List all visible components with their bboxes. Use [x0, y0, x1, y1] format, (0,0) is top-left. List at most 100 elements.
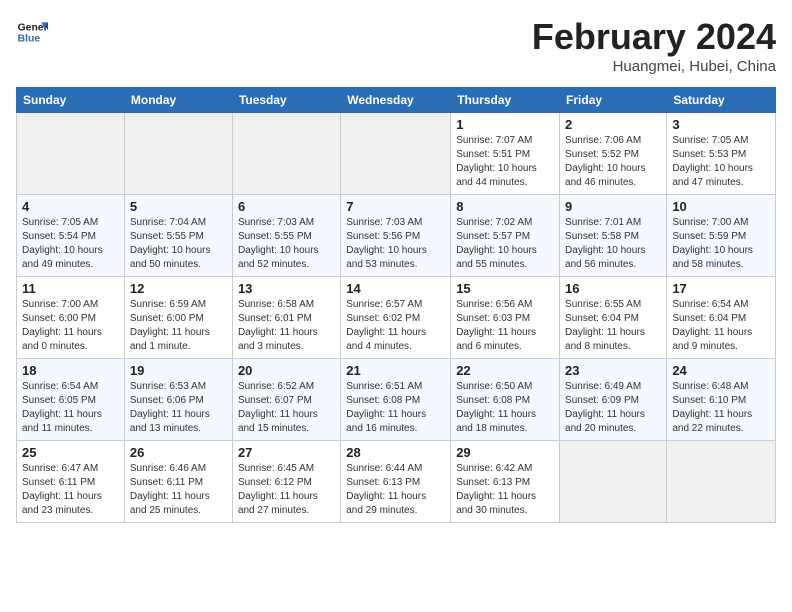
day-number: 10	[672, 199, 770, 214]
calendar-cell: 27 Sunrise: 6:45 AMSunset: 6:12 PMDayligh…	[232, 441, 340, 523]
day-number: 15	[456, 281, 554, 296]
day-header-monday: Monday	[124, 88, 232, 113]
day-info: Sunrise: 6:48 AMSunset: 6:10 PMDaylight:…	[672, 380, 770, 436]
calendar-cell: 16Sunrise: 6:55 AMSunset: 6:04 PMDayligh…	[560, 277, 667, 359]
day-info: Sunrise: 7:07 AMSunset: 5:51 PMDaylight:…	[456, 134, 554, 190]
day-number: 13	[238, 281, 335, 296]
day-header-friday: Friday	[560, 88, 667, 113]
month-title: February 2024	[532, 16, 776, 58]
calendar-cell: 7 Sunrise: 7:03 AMSunset: 5:56 PMDaylight…	[341, 195, 451, 277]
day-info: Sunrise: 6:52 AMSunset: 6:07 PMDaylight:…	[238, 380, 335, 436]
day-info: Sunrise: 6:44 AMSunset: 6:13 PMDaylight:…	[346, 462, 445, 518]
day-info: Sunrise: 7:00 AMSunset: 6:00 PMDaylight:…	[22, 298, 119, 354]
calendar-cell: 29 Sunrise: 6:42 AMSunset: 6:13 PMDayligh…	[451, 441, 560, 523]
day-number: 25	[22, 445, 119, 460]
day-number: 22	[456, 363, 554, 378]
day-info: Sunrise: 7:02 AMSunset: 5:57 PMDaylight:…	[456, 216, 554, 272]
logo: General Blue	[16, 16, 48, 48]
svg-text:Blue: Blue	[18, 34, 41, 45]
day-info: Sunrise: 7:05 AMSunset: 5:54 PMDaylight:…	[22, 216, 119, 272]
day-number: 28	[346, 445, 445, 460]
calendar-cell: 25Sunrise: 6:47 AMSunset: 6:11 PMDayligh…	[17, 441, 125, 523]
calendar-week-5: 25Sunrise: 6:47 AMSunset: 6:11 PMDayligh…	[17, 441, 776, 523]
day-header-saturday: Saturday	[667, 88, 776, 113]
day-number: 27	[238, 445, 335, 460]
day-number: 5	[130, 199, 227, 214]
day-info: Sunrise: 6:45 AMSunset: 6:12 PMDaylight:…	[238, 462, 335, 518]
day-info: Sunrise: 6:57 AMSunset: 6:02 PMDaylight:…	[346, 298, 445, 354]
title-block: February 2024 Huangmei, Hubei, China	[532, 16, 776, 75]
day-number: 29	[456, 445, 554, 460]
logo-icon: General Blue	[16, 16, 48, 48]
day-info: Sunrise: 6:53 AMSunset: 6:06 PMDaylight:…	[130, 380, 227, 436]
calendar-cell	[232, 113, 340, 195]
day-number: 12	[130, 281, 227, 296]
day-number: 11	[22, 281, 119, 296]
day-number: 21	[346, 363, 445, 378]
calendar-table: SundayMondayTuesdayWednesdayThursdayFrid…	[16, 87, 776, 523]
day-info: Sunrise: 6:54 AMSunset: 6:04 PMDaylight:…	[672, 298, 770, 354]
calendar-cell: 13Sunrise: 6:58 AMSunset: 6:01 PMDayligh…	[232, 277, 340, 359]
day-info: Sunrise: 7:06 AMSunset: 5:52 PMDaylight:…	[565, 134, 661, 190]
day-header-thursday: Thursday	[451, 88, 560, 113]
day-number: 23	[565, 363, 661, 378]
calendar-cell: 23 Sunrise: 6:49 AMSunset: 6:09 PMDayligh…	[560, 359, 667, 441]
calendar-cell: 26 Sunrise: 6:46 AMSunset: 6:11 PMDayligh…	[124, 441, 232, 523]
day-number: 1	[456, 117, 554, 132]
day-number: 3	[672, 117, 770, 132]
day-info: Sunrise: 7:03 AMSunset: 5:56 PMDaylight:…	[346, 216, 445, 272]
calendar-cell: 24 Sunrise: 6:48 AMSunset: 6:10 PMDayligh…	[667, 359, 776, 441]
calendar-cell: 15 Sunrise: 6:56 AMSunset: 6:03 PMDayligh…	[451, 277, 560, 359]
day-number: 24	[672, 363, 770, 378]
day-number: 20	[238, 363, 335, 378]
day-number: 18	[22, 363, 119, 378]
day-number: 2	[565, 117, 661, 132]
day-info: Sunrise: 6:46 AMSunset: 6:11 PMDaylight:…	[130, 462, 227, 518]
calendar-cell: 22 Sunrise: 6:50 AMSunset: 6:08 PMDayligh…	[451, 359, 560, 441]
day-number: 17	[672, 281, 770, 296]
calendar-cell	[17, 113, 125, 195]
day-info: Sunrise: 7:03 AMSunset: 5:55 PMDaylight:…	[238, 216, 335, 272]
calendar-cell	[124, 113, 232, 195]
calendar-cell: 19Sunrise: 6:53 AMSunset: 6:06 PMDayligh…	[124, 359, 232, 441]
day-info: Sunrise: 7:04 AMSunset: 5:55 PMDaylight:…	[130, 216, 227, 272]
calendar-cell: 17 Sunrise: 6:54 AMSunset: 6:04 PMDayligh…	[667, 277, 776, 359]
day-number: 26	[130, 445, 227, 460]
day-info: Sunrise: 6:50 AMSunset: 6:08 PMDaylight:…	[456, 380, 554, 436]
calendar-cell: 10 Sunrise: 7:00 AMSunset: 5:59 PMDayligh…	[667, 195, 776, 277]
day-number: 4	[22, 199, 119, 214]
calendar-cell: 18 Sunrise: 6:54 AMSunset: 6:05 PMDayligh…	[17, 359, 125, 441]
day-header-tuesday: Tuesday	[232, 88, 340, 113]
day-info: Sunrise: 6:42 AMSunset: 6:13 PMDaylight:…	[456, 462, 554, 518]
day-info: Sunrise: 7:01 AMSunset: 5:58 PMDaylight:…	[565, 216, 661, 272]
day-header-wednesday: Wednesday	[341, 88, 451, 113]
day-info: Sunrise: 6:59 AMSunset: 6:00 PMDaylight:…	[130, 298, 227, 354]
day-number: 14	[346, 281, 445, 296]
calendar-body: 1 Sunrise: 7:07 AMSunset: 5:51 PMDaylight…	[17, 113, 776, 523]
calendar-header-row: SundayMondayTuesdayWednesdayThursdayFrid…	[17, 88, 776, 113]
calendar-cell: 12 Sunrise: 6:59 AMSunset: 6:00 PMDayligh…	[124, 277, 232, 359]
calendar-cell: 6Sunrise: 7:03 AMSunset: 5:55 PMDaylight…	[232, 195, 340, 277]
calendar-cell	[341, 113, 451, 195]
calendar-cell: 3 Sunrise: 7:05 AMSunset: 5:53 PMDaylight…	[667, 113, 776, 195]
calendar-cell: 1 Sunrise: 7:07 AMSunset: 5:51 PMDaylight…	[451, 113, 560, 195]
day-info: Sunrise: 6:49 AMSunset: 6:09 PMDaylight:…	[565, 380, 661, 436]
day-info: Sunrise: 7:00 AMSunset: 5:59 PMDaylight:…	[672, 216, 770, 272]
calendar-cell: 28 Sunrise: 6:44 AMSunset: 6:13 PMDayligh…	[341, 441, 451, 523]
calendar-cell: 20 Sunrise: 6:52 AMSunset: 6:07 PMDayligh…	[232, 359, 340, 441]
day-info: Sunrise: 6:54 AMSunset: 6:05 PMDaylight:…	[22, 380, 119, 436]
calendar-cell	[667, 441, 776, 523]
day-header-sunday: Sunday	[17, 88, 125, 113]
calendar-week-4: 18 Sunrise: 6:54 AMSunset: 6:05 PMDayligh…	[17, 359, 776, 441]
calendar-cell: 21Sunrise: 6:51 AMSunset: 6:08 PMDayligh…	[341, 359, 451, 441]
day-number: 7	[346, 199, 445, 214]
day-info: Sunrise: 7:05 AMSunset: 5:53 PMDaylight:…	[672, 134, 770, 190]
day-info: Sunrise: 6:56 AMSunset: 6:03 PMDaylight:…	[456, 298, 554, 354]
day-number: 16	[565, 281, 661, 296]
day-number: 8	[456, 199, 554, 214]
calendar-cell: 4 Sunrise: 7:05 AMSunset: 5:54 PMDaylight…	[17, 195, 125, 277]
calendar-cell	[560, 441, 667, 523]
calendar-week-3: 11 Sunrise: 7:00 AMSunset: 6:00 PMDayligh…	[17, 277, 776, 359]
calendar-cell: 8 Sunrise: 7:02 AMSunset: 5:57 PMDaylight…	[451, 195, 560, 277]
calendar-week-1: 1 Sunrise: 7:07 AMSunset: 5:51 PMDaylight…	[17, 113, 776, 195]
